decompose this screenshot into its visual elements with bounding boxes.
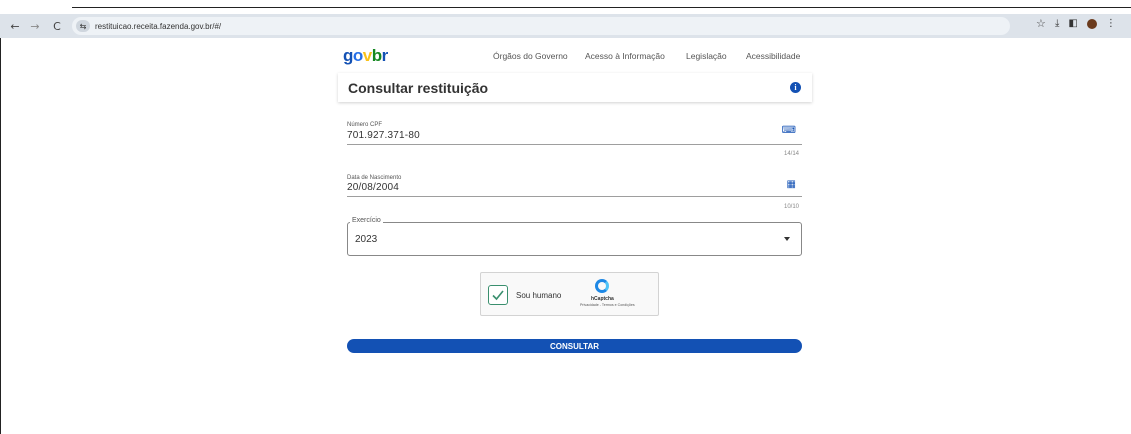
cpf-counter: 14/14 [784, 151, 800, 157]
forward-icon[interactable]: → [26, 17, 44, 35]
chevron-down-icon[interactable] [784, 237, 790, 241]
bookmark-star-icon[interactable]: ☆ [1036, 17, 1046, 30]
logo-letter-r: r [381, 46, 389, 65]
nav-link-legislacao[interactable]: Legislação [686, 51, 727, 61]
exercicio-value[interactable]: 2023 [355, 234, 377, 245]
nav-link-acesso[interactable]: Acesso à Informação [585, 51, 665, 61]
nav-link-acessibilidade[interactable]: Acessibilidade [746, 51, 800, 61]
nav-link-orgaos[interactable]: Órgãos do Governo [493, 51, 568, 61]
logo-letter-v: v [362, 46, 372, 65]
cpf-value[interactable]: 701.927.371-80 [347, 130, 420, 141]
calendar-icon[interactable]: ▦ [787, 179, 796, 190]
browser-toolbar: ← → C ⇆ restituicao.receita.fazenda.gov.… [0, 14, 1131, 38]
window-frame-left [0, 28, 1, 434]
exercicio-select[interactable] [347, 222, 802, 256]
checkmark-icon [492, 290, 504, 301]
logo-letter-b: b [371, 46, 382, 65]
page-title: Consultar restituição [348, 80, 489, 96]
window-frame-top [72, 7, 1131, 8]
reload-icon[interactable]: C [48, 17, 66, 35]
address-bar[interactable]: ⇆ restituicao.receita.fazenda.gov.br/#/ [72, 17, 1010, 35]
govbr-logo[interactable]: govbr [343, 46, 388, 66]
profile-avatar[interactable] [1086, 18, 1097, 29]
download-icon[interactable]: ⤓ [1055, 18, 1059, 29]
page-title-bar: Consultar restituição i [338, 73, 812, 102]
captcha-links[interactable]: Privacidade - Termos e Condições [580, 303, 635, 307]
cpf-label: Número CPF [347, 122, 383, 128]
captcha-label: Sou humano [516, 291, 562, 300]
hcaptcha-logo-icon [595, 279, 609, 293]
back-icon[interactable]: ← [6, 17, 24, 35]
hcaptcha-widget: Sou humano hCaptcha Privacidade - Termos… [480, 272, 659, 316]
captcha-brand: hCaptcha [591, 296, 614, 302]
side-panel-icon[interactable]: ◧ [1068, 18, 1077, 29]
keyboard-icon[interactable]: ⌨ [782, 125, 796, 136]
birth-date-label: Data de Nascimento [347, 175, 402, 181]
info-icon[interactable]: i [790, 82, 801, 93]
captcha-checkbox[interactable] [488, 285, 508, 305]
exercicio-label: Exercício [350, 217, 383, 224]
consultar-button[interactable]: CONSULTAR [347, 339, 802, 353]
logo-letter-o: o [352, 46, 363, 65]
cpf-field[interactable]: Número CPF 701.927.371-80 ⌨ [347, 118, 802, 145]
logo-letter-g: g [343, 46, 353, 65]
birth-date-field[interactable]: Data de Nascimento 20/08/2004 ▦ [347, 170, 802, 197]
url-text[interactable]: restituicao.receita.fazenda.gov.br/#/ [95, 22, 221, 31]
birth-date-counter: 10/10 [784, 204, 800, 210]
site-info-icon[interactable]: ⇆ [76, 20, 90, 32]
menu-dots-icon[interactable]: ⋮ [1106, 18, 1116, 29]
birth-date-value[interactable]: 20/08/2004 [347, 182, 399, 193]
